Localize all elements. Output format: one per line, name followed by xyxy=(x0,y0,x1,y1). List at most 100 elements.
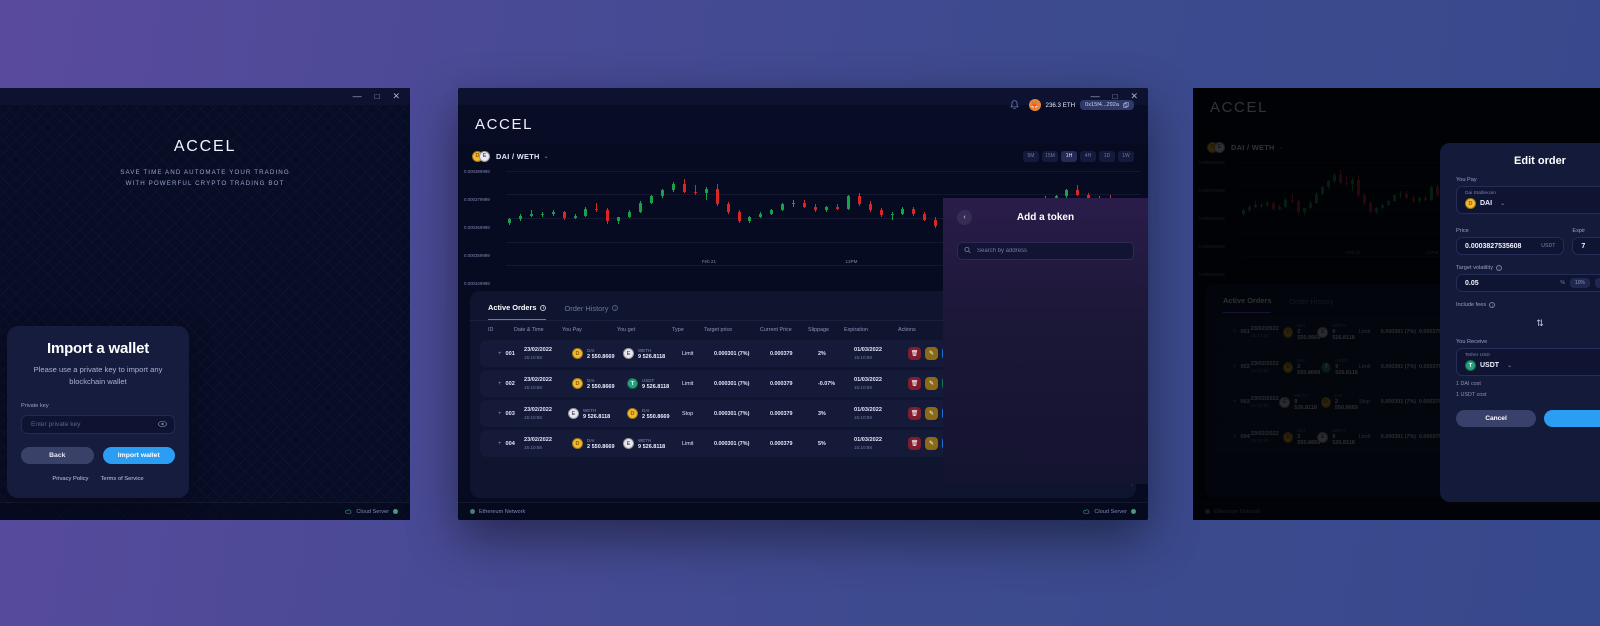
expand-icon[interactable]: + xyxy=(498,441,502,447)
tab-order-history[interactable]: Order History xyxy=(1289,296,1333,313)
chevron-down-icon[interactable]: ⌄ xyxy=(1507,362,1512,369)
delete-icon[interactable]: 🗑 xyxy=(908,377,921,390)
expand-icon[interactable]: + xyxy=(1233,364,1237,370)
weth-coin-icon: E xyxy=(568,408,579,419)
include-fees-label: Include fees i xyxy=(1456,302,1600,308)
swap-direction-icon[interactable]: ⇅ xyxy=(1456,318,1600,329)
timeframe-15m[interactable]: 15M xyxy=(1042,150,1058,162)
expand-icon[interactable]: + xyxy=(498,381,502,387)
target-volatility-input[interactable]: 0.05 % 10% 20% xyxy=(1456,274,1600,292)
order-date: 23/02/2022 xyxy=(524,407,552,414)
delete-icon[interactable]: 🗑 xyxy=(908,407,921,420)
edit-order-title: Edit order xyxy=(1514,155,1566,167)
price-input[interactable]: 0.0003827535608 USDT xyxy=(1456,237,1565,255)
app-logo: ACCEL xyxy=(173,138,237,155)
timeframe-1w[interactable]: 1W xyxy=(1118,150,1134,162)
terms-of-service-link[interactable]: Terms of Service xyxy=(100,476,143,482)
maximize-icon[interactable]: □ xyxy=(375,92,380,101)
order-id: 003 xyxy=(1240,399,1250,405)
pair-name[interactable]: DAI / WETH xyxy=(496,152,540,161)
notification-bell-icon[interactable] xyxy=(1009,100,1019,110)
wallet-info[interactable]: 🦊 236.3 ETH 0x15f4...292a xyxy=(1028,99,1134,111)
target-price: 0.000301 (7%) xyxy=(1380,434,1417,440)
timeframe-1d[interactable]: 1D xyxy=(1099,150,1115,162)
expand-icon[interactable]: + xyxy=(1233,329,1237,335)
back-button[interactable]: Back xyxy=(21,447,94,465)
delete-icon[interactable]: 🗑 xyxy=(908,347,921,360)
volatility-preset-20[interactable]: 20% xyxy=(1594,278,1600,288)
edit-icon[interactable]: ✎ xyxy=(925,407,938,420)
expand-icon[interactable]: + xyxy=(498,411,502,417)
receive-token-fullname: Tether USD xyxy=(1465,353,1490,358)
timeframe-5m[interactable]: 5M xyxy=(1023,150,1039,162)
tab-order-history[interactable]: Order History i xyxy=(564,303,619,320)
order-id: 001 xyxy=(505,350,515,357)
tab-active-orders[interactable]: Active Orders xyxy=(1223,296,1272,313)
y-tick-label: 0.000349999 xyxy=(464,280,490,286)
grid-line xyxy=(506,170,1140,172)
tab-active-orders[interactable]: Active Orders i xyxy=(488,303,547,320)
expiry-input[interactable]: 7 xyxy=(1572,237,1600,255)
delete-icon[interactable]: 🗑 xyxy=(908,437,921,450)
chevron-down-icon[interactable]: ⌄ xyxy=(544,153,549,160)
tagline-line-2: WITH POWERFUL CRYPTO TRADING BOT xyxy=(125,180,285,188)
avatar: 🦊 xyxy=(1028,99,1041,111)
you-pay-token-select[interactable]: Dai Stablecoin D DAI ⌄ xyxy=(1456,186,1600,214)
dai-coin-icon: D xyxy=(1283,431,1294,443)
private-key-input[interactable] xyxy=(21,415,175,435)
edit-icon[interactable]: ✎ xyxy=(925,347,938,360)
y-tick-label: 0.000389999 xyxy=(464,169,490,174)
edit-icon[interactable]: ✎ xyxy=(925,377,938,390)
confirm-button[interactable] xyxy=(1544,410,1600,427)
volatility-preset-10[interactable]: 10% xyxy=(1569,278,1590,288)
token-search-input[interactable] xyxy=(957,242,1134,260)
expand-icon[interactable]: + xyxy=(1233,399,1237,405)
col-slippage: Slippage xyxy=(808,327,829,333)
expand-icon[interactable]: + xyxy=(498,351,502,357)
tab-active-orders-label: Active Orders xyxy=(488,303,537,312)
current-price: 0.000379 xyxy=(770,350,793,357)
import-wallet-button[interactable]: Import wallet xyxy=(102,447,175,465)
cancel-button[interactable]: Cancel xyxy=(1456,410,1536,427)
dai-coin-icon: D xyxy=(572,438,583,449)
target-price: 0.000301 (7%) xyxy=(714,410,750,417)
back-icon[interactable]: ‹ xyxy=(957,210,972,225)
timeframe-4h[interactable]: 4H xyxy=(1080,150,1096,162)
dai-coin-icon: D xyxy=(572,378,583,389)
get-amount: 9 526.8118 xyxy=(638,353,666,360)
cloud-server-status: Cloud Server xyxy=(345,509,398,515)
get-token: DAI xyxy=(642,407,650,413)
timeframe-1h[interactable]: 1H xyxy=(1061,150,1077,162)
add-token-drawer: ‹ Add a token xyxy=(943,198,1148,484)
order-time: 15:10:58 xyxy=(1250,333,1269,339)
dai-coin-icon: D xyxy=(1283,326,1294,338)
y-tick-label: 0.000369999 xyxy=(464,224,490,230)
y-tick-label: 0.000359999 xyxy=(1199,243,1225,249)
pay-amount: 2 550.8669 xyxy=(587,383,615,390)
info-icon[interactable]: i xyxy=(540,304,547,311)
edit-order-panel: Edit order You Pay Dai Stablecoin D DAI … xyxy=(1440,143,1600,502)
info-icon[interactable]: i xyxy=(1489,302,1496,308)
weth-coin-icon: E xyxy=(1214,141,1225,153)
privacy-policy-link[interactable]: Privacy Policy xyxy=(52,476,88,482)
minimize-icon[interactable]: — xyxy=(353,92,362,101)
expand-icon[interactable]: + xyxy=(1233,434,1237,440)
info-icon[interactable]: i xyxy=(1496,265,1502,271)
edit-icon[interactable]: ✎ xyxy=(925,437,938,450)
close-icon[interactable]: ✕ xyxy=(392,92,400,101)
y-tick-label: 0.000389999 xyxy=(1199,160,1225,165)
x-tick-label: Feb 21 xyxy=(1346,250,1361,255)
eye-icon[interactable] xyxy=(158,420,167,427)
info-icon[interactable]: i xyxy=(612,305,619,311)
card-button-row: Back Import wallet xyxy=(21,447,175,465)
chevron-down-icon[interactable]: ⌄ xyxy=(1500,200,1505,207)
price-unit: USDT xyxy=(1541,243,1556,249)
chevron-down-icon[interactable]: ⌄ xyxy=(1279,144,1284,151)
target-price: 0.000301 (7%) xyxy=(1380,399,1417,405)
right-brand-bar: ACCEL xyxy=(1193,88,1600,126)
col-date-time: Date & Time xyxy=(514,327,544,333)
you-receive-token-select[interactable]: Tether USD T USDT ⌄ xyxy=(1456,348,1600,376)
wallet-address-chip[interactable]: 0x15f4...292a xyxy=(1080,100,1134,110)
pair-name[interactable]: DAI / WETH xyxy=(1231,143,1275,152)
col-target-price: Target price xyxy=(704,327,733,333)
